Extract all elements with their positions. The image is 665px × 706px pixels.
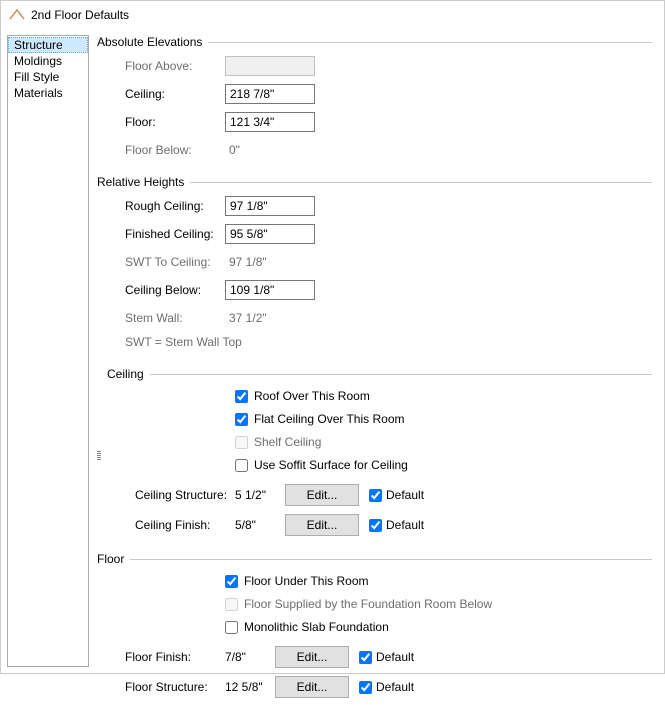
value-floor-below: 0" (225, 143, 315, 157)
label-floor-above: Floor Above: (125, 59, 225, 73)
group-absolute-elevations: Absolute Elevations Floor Above: Ceiling… (97, 35, 652, 167)
checkbox-mono-slab[interactable] (225, 621, 238, 634)
input-rough-ceiling[interactable] (225, 196, 315, 216)
category-sidebar: Structure Moldings Fill Style Materials (7, 35, 89, 667)
input-ceiling[interactable] (225, 84, 315, 104)
hint-swt: SWT = Stem Wall Top (125, 335, 652, 349)
label-default: Default (376, 680, 414, 694)
value-ceiling-finish: 5/8" (235, 518, 285, 532)
input-finished-ceiling[interactable] (225, 224, 315, 244)
checkbox-floor-under[interactable] (225, 575, 238, 588)
client-area: Structure Moldings Fill Style Materials … (1, 29, 664, 673)
checkbox-floor-finish-default[interactable] (359, 651, 372, 664)
sidebar-item-structure[interactable]: Structure (8, 37, 88, 53)
value-stem-wall: 37 1/2" (225, 311, 315, 325)
input-floor[interactable] (225, 112, 315, 132)
checkbox-use-soffit[interactable] (235, 459, 248, 472)
label-shelf-ceiling: Shelf Ceiling (254, 435, 321, 449)
label-floor-finish: Floor Finish: (125, 650, 225, 664)
sidebar-item-fill-style[interactable]: Fill Style (8, 69, 88, 85)
sidebar-item-label: Structure (14, 38, 63, 52)
group-title: Ceiling (107, 367, 144, 381)
app-icon (9, 7, 25, 23)
checkbox-flat-ceiling[interactable] (235, 413, 248, 426)
main-panel: Absolute Elevations Floor Above: Ceiling… (97, 35, 658, 667)
group-divider (130, 559, 652, 560)
checkbox-ceiling-structure-default[interactable] (369, 489, 382, 502)
group-ceiling: Ceiling Roof Over This Room Flat Ceiling… (97, 367, 652, 544)
label-stem-wall: Stem Wall: (125, 311, 225, 325)
label-floor-structure: Floor Structure: (125, 680, 225, 694)
edit-floor-structure-button[interactable]: Edit... (275, 676, 349, 698)
edit-floor-finish-button[interactable]: Edit... (275, 646, 349, 668)
value-floor-finish: 7/8" (225, 650, 275, 664)
group-title: Relative Heights (97, 175, 184, 189)
label-roof-over: Roof Over This Room (254, 389, 370, 403)
label-rough-ceiling: Rough Ceiling: (125, 199, 225, 213)
input-floor-above (225, 56, 315, 76)
edit-ceiling-structure-button[interactable]: Edit... (285, 484, 359, 506)
label-default: Default (386, 518, 424, 532)
label-floor-under: Floor Under This Room (244, 574, 369, 588)
checkbox-roof-over[interactable] (235, 390, 248, 403)
group-divider (150, 374, 652, 375)
label-swt-to-ceiling: SWT To Ceiling: (125, 255, 225, 269)
sidebar-item-label: Moldings (14, 54, 62, 68)
value-swt-to-ceiling: 97 1/8" (225, 255, 315, 269)
label-mono-slab: Monolithic Slab Foundation (244, 620, 389, 634)
sidebar-item-label: Materials (14, 86, 63, 100)
sidebar-item-label: Fill Style (14, 70, 59, 84)
label-floor-below: Floor Below: (125, 143, 225, 157)
label-default: Default (376, 650, 414, 664)
label-ceiling: Ceiling: (125, 87, 225, 101)
value-floor-structure: 12 5/8" (225, 680, 275, 694)
label-ceiling-finish: Ceiling Finish: (135, 518, 235, 532)
checkbox-ceiling-finish-default[interactable] (369, 519, 382, 532)
titlebar: 2nd Floor Defaults (1, 1, 664, 29)
window-title: 2nd Floor Defaults (31, 8, 129, 22)
group-title: Absolute Elevations (97, 35, 202, 49)
label-use-soffit: Use Soffit Surface for Ceiling (254, 458, 408, 472)
sidebar-item-materials[interactable]: Materials (8, 85, 88, 101)
group-divider (208, 42, 652, 43)
input-ceiling-below[interactable] (225, 280, 315, 300)
collapse-handle[interactable] (97, 367, 103, 544)
checkbox-floor-structure-default[interactable] (359, 681, 372, 694)
checkbox-shelf-ceiling (235, 436, 248, 449)
value-ceiling-structure: 5 1/2" (235, 488, 285, 502)
group-relative-heights: Relative Heights Rough Ceiling: Finished… (97, 175, 652, 359)
edit-ceiling-finish-button[interactable]: Edit... (285, 514, 359, 536)
label-floor: Floor: (125, 115, 225, 129)
label-floor-supplied: Floor Supplied by the Foundation Room Be… (244, 597, 492, 611)
label-ceiling-structure: Ceiling Structure: (135, 488, 235, 502)
label-ceiling-below: Ceiling Below: (125, 283, 225, 297)
group-title: Floor (97, 552, 124, 566)
group-floor: Floor Floor Under This Room Floor Suppli… (97, 552, 652, 706)
label-flat-ceiling: Flat Ceiling Over This Room (254, 412, 405, 426)
label-finished-ceiling: Finished Ceiling: (125, 227, 225, 241)
label-default: Default (386, 488, 424, 502)
group-divider (190, 182, 652, 183)
checkbox-floor-supplied (225, 598, 238, 611)
sidebar-item-moldings[interactable]: Moldings (8, 53, 88, 69)
